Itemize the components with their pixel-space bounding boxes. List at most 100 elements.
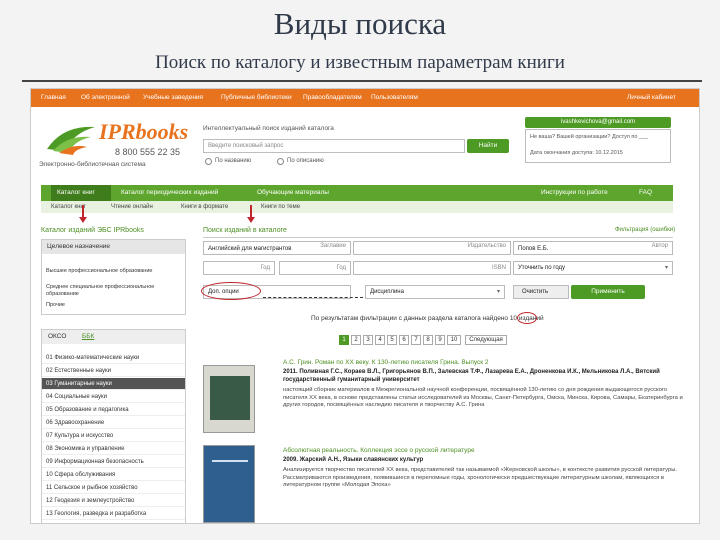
year-from-label: Год [260, 265, 270, 271]
category-item[interactable]: 09 Информационная безопасность [42, 456, 185, 468]
user-email-label: ivashkevichova@gmail.com [560, 119, 636, 125]
clear-button[interactable]: Очистить [513, 285, 569, 299]
radio-title[interactable] [205, 158, 212, 165]
category-item[interactable]: 08 Экономика и управление [42, 443, 185, 455]
type-select[interactable]: Дисциплина ▾ [365, 285, 505, 299]
logo-name: IPRbooks [99, 119, 189, 144]
filters-reset-link[interactable]: Фильтрация (ошибки) [615, 227, 675, 233]
topnav-item[interactable]: Пользователям [371, 94, 418, 101]
subnav-item[interactable]: Чтение онлайн [111, 204, 153, 210]
nav-tab-learning[interactable]: Обучающие материалы [257, 189, 329, 196]
apply-button-label: Применить [591, 288, 625, 295]
user-info-box: Не ваша? Вашей организации? Доступ по __… [525, 129, 671, 163]
purpose-item[interactable]: Среднее специальное профессиональное обр… [46, 284, 176, 298]
category-item-active[interactable]: 03 Гуманитарные науки [42, 378, 185, 390]
result-count-text: По результатам фильтрации с данных разде… [311, 315, 544, 322]
category-item[interactable]: 02 Естественные науки [42, 365, 185, 377]
publisher-field[interactable]: Издательство [353, 241, 511, 255]
author-field-label: Автор [651, 243, 668, 249]
book-cover-art [212, 460, 248, 462]
category-item[interactable]: 06 Здравоохранение [42, 417, 185, 429]
year-from-field[interactable]: Год [203, 261, 275, 275]
topnav-item[interactable]: Публичные библиотеки [221, 94, 292, 101]
highlight-oval-count [517, 312, 537, 324]
website-screenshot: Главная Об электронной Учебные заведения… [30, 88, 700, 524]
divider [203, 237, 673, 238]
topnav-item[interactable]: Учебные заведения [143, 94, 203, 101]
title-field[interactable]: Английский для магистрантов Заглавие [203, 241, 351, 255]
page-link[interactable]: 10 [447, 335, 461, 345]
page-link[interactable]: 4 [375, 335, 385, 345]
nav-tab-periodicals[interactable]: Каталог периодических изданий [121, 189, 218, 196]
category-item[interactable]: 12 Геодезия и землеустройство [42, 495, 185, 507]
dashed-underline [263, 297, 363, 298]
page-link[interactable]: 8 [423, 335, 433, 345]
page-link[interactable]: 3 [363, 335, 373, 345]
topnav-item[interactable]: Правообладателям [303, 94, 362, 101]
next-page-button[interactable]: Следующая [465, 335, 507, 345]
page-link[interactable]: 1 [339, 335, 349, 345]
tab-okso[interactable]: ОКСО [48, 333, 66, 340]
nav-tab-books[interactable]: Каталог книг [51, 185, 111, 201]
clear-button-label: Очистить [522, 289, 549, 295]
category-panel: ОКСО ББК 01 Физико-математические науки … [41, 329, 186, 523]
search-button[interactable]: Найти [467, 139, 509, 153]
book-cover[interactable] [203, 445, 255, 523]
category-item[interactable]: 05 Образование и педагогика [42, 404, 185, 416]
logo[interactable]: IPRbooks 8 800 555 22 35 Электронно-библ… [39, 119, 199, 169]
publisher-field-label: Издательство [467, 243, 506, 249]
book-wings-icon [47, 126, 95, 155]
category-item[interactable]: 11 Сельское и рыбное хозяйство [42, 482, 185, 494]
title-field-label: Заглавие [320, 243, 346, 249]
sidebar-heading: Каталог изданий ЭБС IPRbooks [41, 227, 144, 234]
page-link[interactable]: 7 [411, 335, 421, 345]
result-meta: 2009. Жарский А.Н., Языки славянских кул… [283, 457, 424, 463]
page-link[interactable]: 5 [387, 335, 397, 345]
type-select-value: Дисциплина [370, 289, 404, 295]
subnav-item[interactable]: Книги в формате [181, 204, 228, 210]
category-tabs: ОКСО ББК [42, 330, 185, 344]
tab-bbk[interactable]: ББК [82, 333, 94, 340]
purpose-item[interactable]: Прочие [46, 302, 65, 309]
radio-title-label: По названию [215, 158, 252, 164]
search-heading: Интеллектуальный поиск изданий каталога [203, 125, 334, 132]
purpose-item[interactable]: Высшее профессиональное образование [46, 268, 176, 275]
annotation-arrowhead [247, 217, 255, 223]
slide-title: Виды поиска [273, 6, 447, 41]
subnav-item[interactable]: Каталог книг [51, 204, 86, 210]
user-info-line2: Дата окончания доступа: 10.12.2015 [530, 150, 623, 156]
slide-subtitle: Поиск по каталогу и известным параметрам… [155, 52, 565, 73]
filters-heading: Поиск изданий в каталоге [203, 227, 287, 234]
phone-number: 8 800 555 22 35 [115, 147, 181, 157]
sort-select[interactable]: Уточнить по году ▾ [513, 261, 673, 275]
nav-instructions[interactable]: Инструкции по работе [541, 189, 608, 196]
user-email[interactable]: ivashkevichova@gmail.com [525, 117, 671, 128]
annotation-arrowhead [79, 217, 87, 223]
result-title[interactable]: А.С. Грин. Роман по XX веку. К 130-летию… [283, 359, 489, 366]
page-link[interactable]: 9 [435, 335, 445, 345]
author-field[interactable]: Попов Е.Б. Автор [513, 241, 673, 255]
search-input[interactable]: Введите поисковый запрос [203, 139, 465, 153]
category-item[interactable]: 10 Сфера обслуживания [42, 469, 185, 481]
result-title[interactable]: Абсолютная реальность. Коллекция эссе о … [283, 447, 475, 454]
category-item[interactable]: 13 Геология, разведка и разработка [42, 508, 185, 520]
page-link[interactable]: 6 [399, 335, 409, 345]
subnav-item[interactable]: Книги по теме [261, 204, 300, 210]
nav-faq[interactable]: FAQ [639, 189, 652, 196]
page-link[interactable]: 2 [351, 335, 361, 345]
category-item[interactable]: 01 Физико-математические науки [42, 352, 185, 364]
topnav-item[interactable]: Главная [41, 94, 66, 101]
apply-button[interactable]: Применить [571, 285, 645, 299]
search-placeholder: Введите поисковый запрос [208, 143, 284, 149]
year-to-field[interactable]: Год [279, 261, 351, 275]
topnav-item[interactable]: Об электронной [81, 94, 130, 101]
result-meta: 2011. Поливная Г.С., Кораев В.Л., Григор… [283, 369, 660, 383]
radio-description-label: По описанию [287, 158, 324, 164]
category-item[interactable]: 07 Культура и искусство [42, 430, 185, 442]
category-item[interactable]: 04 Социальные науки [42, 391, 185, 403]
highlight-oval [201, 282, 261, 300]
radio-description[interactable] [277, 158, 284, 165]
isbn-field[interactable]: ISBN [353, 261, 511, 275]
book-cover[interactable] [203, 365, 255, 433]
account-link[interactable]: Личный кабинет [627, 94, 676, 101]
